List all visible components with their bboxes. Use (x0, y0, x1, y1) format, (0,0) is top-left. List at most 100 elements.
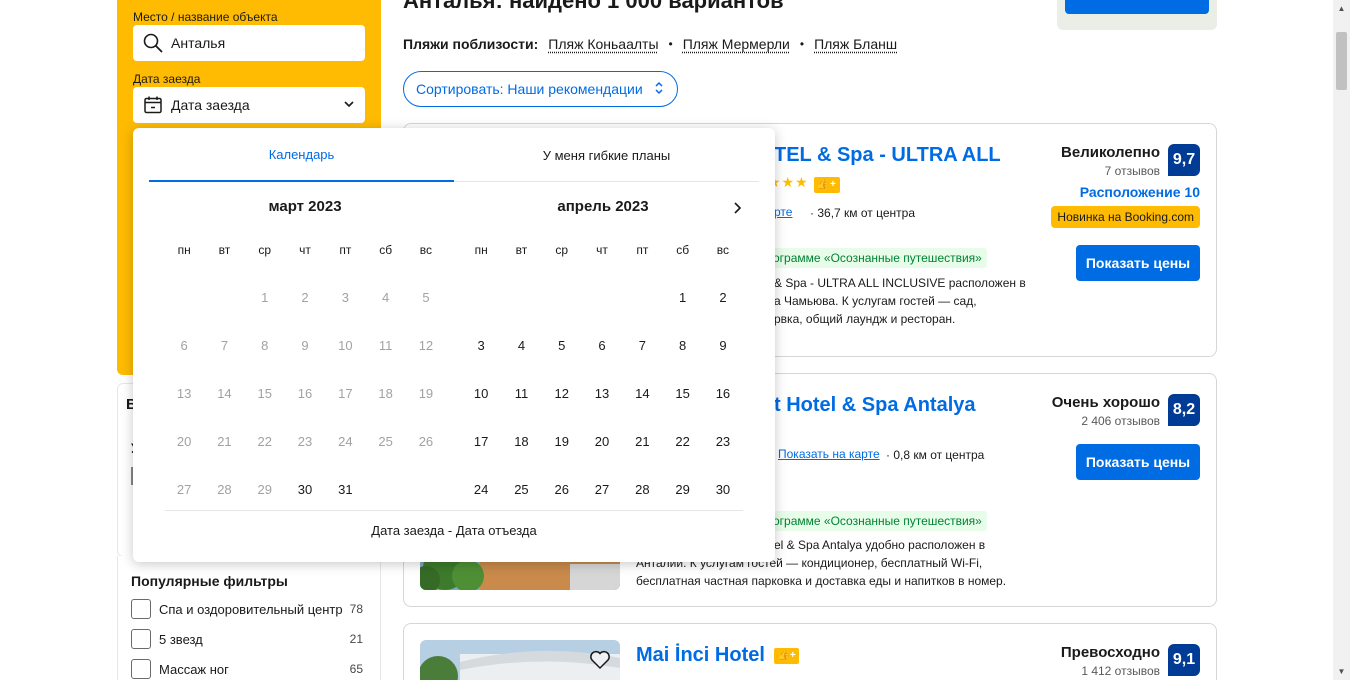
calendar-day[interactable]: 21 (622, 418, 662, 466)
sort-button[interactable]: Сортировать: Наши рекомендации (403, 71, 678, 107)
calendar-day[interactable]: 1 (662, 274, 702, 322)
weekday-label: чт (299, 243, 311, 257)
scroll-down-arrow-icon[interactable]: ▼ (1333, 663, 1350, 680)
show-prices-button[interactable]: Показать цены (1076, 245, 1200, 281)
calendar-day[interactable]: 15 (662, 370, 702, 418)
calendar-day[interactable]: 16 (703, 370, 743, 418)
calendar-day[interactable]: 31 (325, 466, 365, 514)
hotel-card: Mai İnci Hotel 👍+ Превосходно 1 412 отзы… (403, 623, 1217, 680)
calendar-day[interactable]: 8 (662, 322, 702, 370)
calendar-day[interactable]: 24 (461, 466, 501, 514)
heart-icon[interactable] (586, 646, 614, 674)
filter-label: 5 звезд (159, 631, 203, 647)
calendar-day[interactable]: 2 (703, 274, 743, 322)
weekday-label: пт (339, 243, 352, 257)
calendar-day: 4 (382, 290, 390, 305)
preferred-badge-icon: 👍+ (813, 176, 840, 193)
calendar-day[interactable]: 9 (703, 322, 743, 370)
separator-dot: • (668, 37, 673, 51)
calendar-day[interactable]: 14 (622, 370, 662, 418)
filter-5-stars[interactable]: 5 звезд 21 (131, 628, 367, 650)
sort-arrows-icon (653, 81, 665, 98)
filter-foot-massage[interactable]: Массаж ног 65 (131, 658, 367, 680)
calendar-day[interactable]: 13 (582, 370, 622, 418)
show-on-map-link[interactable]: рте (774, 205, 792, 219)
checkbox[interactable] (131, 629, 151, 649)
calendar-day[interactable]: 6 (582, 322, 622, 370)
show-on-map-button[interactable] (1065, 0, 1209, 14)
calendar-day: 24 (338, 434, 353, 449)
beach-link[interactable]: Пляж Мермерли (683, 36, 790, 52)
calendar-day[interactable]: 11 (501, 370, 541, 418)
calendar-day: 13 (176, 386, 192, 401)
review-score: 9,1 (1168, 644, 1200, 676)
weekday-label: чт (596, 243, 608, 257)
calendar-day: 9 (301, 338, 309, 353)
calendar-day[interactable]: 10 (461, 370, 501, 418)
scrollbar-thumb[interactable] (1336, 32, 1347, 90)
scrollbar[interactable]: ▲ ▼ (1333, 0, 1350, 680)
tab-calendar[interactable]: Календарь (149, 128, 454, 182)
hotel-name[interactable]: Mai İnci Hotel 👍+ (636, 644, 799, 667)
show-prices-button[interactable]: Показать цены (1076, 444, 1200, 480)
checkbox[interactable] (131, 659, 151, 679)
calendar-day[interactable]: 17 (461, 418, 501, 466)
calendar-day: 16 (297, 386, 313, 401)
calendar-day: 18 (378, 386, 393, 401)
review-score: 8,2 (1168, 394, 1200, 426)
hotel-name[interactable]: TEL & Spa - ULTRA ALL (774, 144, 1001, 167)
calendar-day[interactable]: 22 (662, 418, 702, 466)
calendar-day: 23 (297, 434, 313, 449)
filter-spa[interactable]: Спа и оздоровительный центр 78 (131, 598, 367, 620)
calendar-day[interactable]: 23 (703, 418, 743, 466)
tab-flexible[interactable]: У меня гибкие планы (454, 128, 759, 182)
distance: · 0,8 км от центра (886, 448, 985, 462)
calendar-day[interactable]: 3 (461, 322, 501, 370)
scroll-up-arrow-icon[interactable]: ▲ (1333, 0, 1350, 17)
review-count: 2 406 отзывов (1081, 414, 1160, 428)
checkbox[interactable] (131, 599, 151, 619)
beach-link[interactable]: Пляж Коньаалты (548, 36, 658, 52)
calendar-day[interactable]: 30 (285, 466, 325, 514)
weekday-label: вт (218, 243, 231, 257)
calendar-day: 7 (220, 338, 229, 353)
review-count: 7 отзывов (1104, 164, 1160, 178)
calendar-day[interactable]: 19 (542, 418, 582, 466)
calendar-day[interactable]: 4 (501, 322, 541, 370)
calendar-day: 19 (418, 386, 434, 401)
calendar-day: 14 (217, 386, 232, 401)
weekday-label: вт (515, 243, 528, 257)
hotel-name[interactable]: t Hotel & Spa Antalya (774, 394, 976, 417)
calendar-day[interactable]: 29 (662, 466, 702, 514)
calendar-day[interactable]: 25 (501, 466, 541, 514)
calendar-day[interactable]: 30 (703, 466, 743, 514)
calendar-day[interactable]: 12 (542, 370, 582, 418)
calendar-day[interactable]: 26 (542, 466, 582, 514)
search-icon (141, 31, 165, 55)
beach-link[interactable]: Пляж Бланш (814, 36, 897, 52)
calendar-day[interactable]: 18 (501, 418, 541, 466)
checkin-date-field[interactable]: Дата заезда (133, 87, 365, 123)
date-picker-tabs: Календарь У меня гибкие планы (149, 128, 759, 182)
calendar-day[interactable]: 28 (622, 466, 662, 514)
calendar-day[interactable]: 5 (542, 322, 582, 370)
chevron-right-icon (734, 202, 742, 214)
calendar-day[interactable]: 7 (622, 322, 662, 370)
show-on-map-link[interactable]: Показать на карте (778, 447, 880, 461)
beaches-label: Пляжи поблизости: (403, 36, 539, 52)
calendar-day: 12 (418, 338, 434, 353)
calendar-day: 25 (378, 434, 393, 449)
calendar-day[interactable]: 20 (582, 418, 622, 466)
month-grid: пн вт ср чт пт сб вс 1 2 3 4 5 6 7 8 9 10 11 12 13 14 15 16 17… (461, 236, 743, 514)
weekday-label: ср (258, 243, 272, 257)
calendar-day: 8 (261, 338, 269, 353)
next-month-button[interactable] (725, 196, 749, 220)
map-thumbnail[interactable] (1057, 0, 1217, 30)
date-picker-popover: Календарь У меня гибкие планы март 2023 … (133, 128, 775, 562)
weekday-label: пт (636, 243, 649, 257)
review-score: 9,7 (1168, 144, 1200, 176)
destination-input[interactable]: Анталья (133, 25, 365, 61)
calendar-day[interactable]: 27 (582, 466, 622, 514)
popular-filters-title: Популярные фильтры (131, 573, 288, 589)
sustainability-badge: ограмме «Осознанные путешествия» (768, 511, 987, 531)
